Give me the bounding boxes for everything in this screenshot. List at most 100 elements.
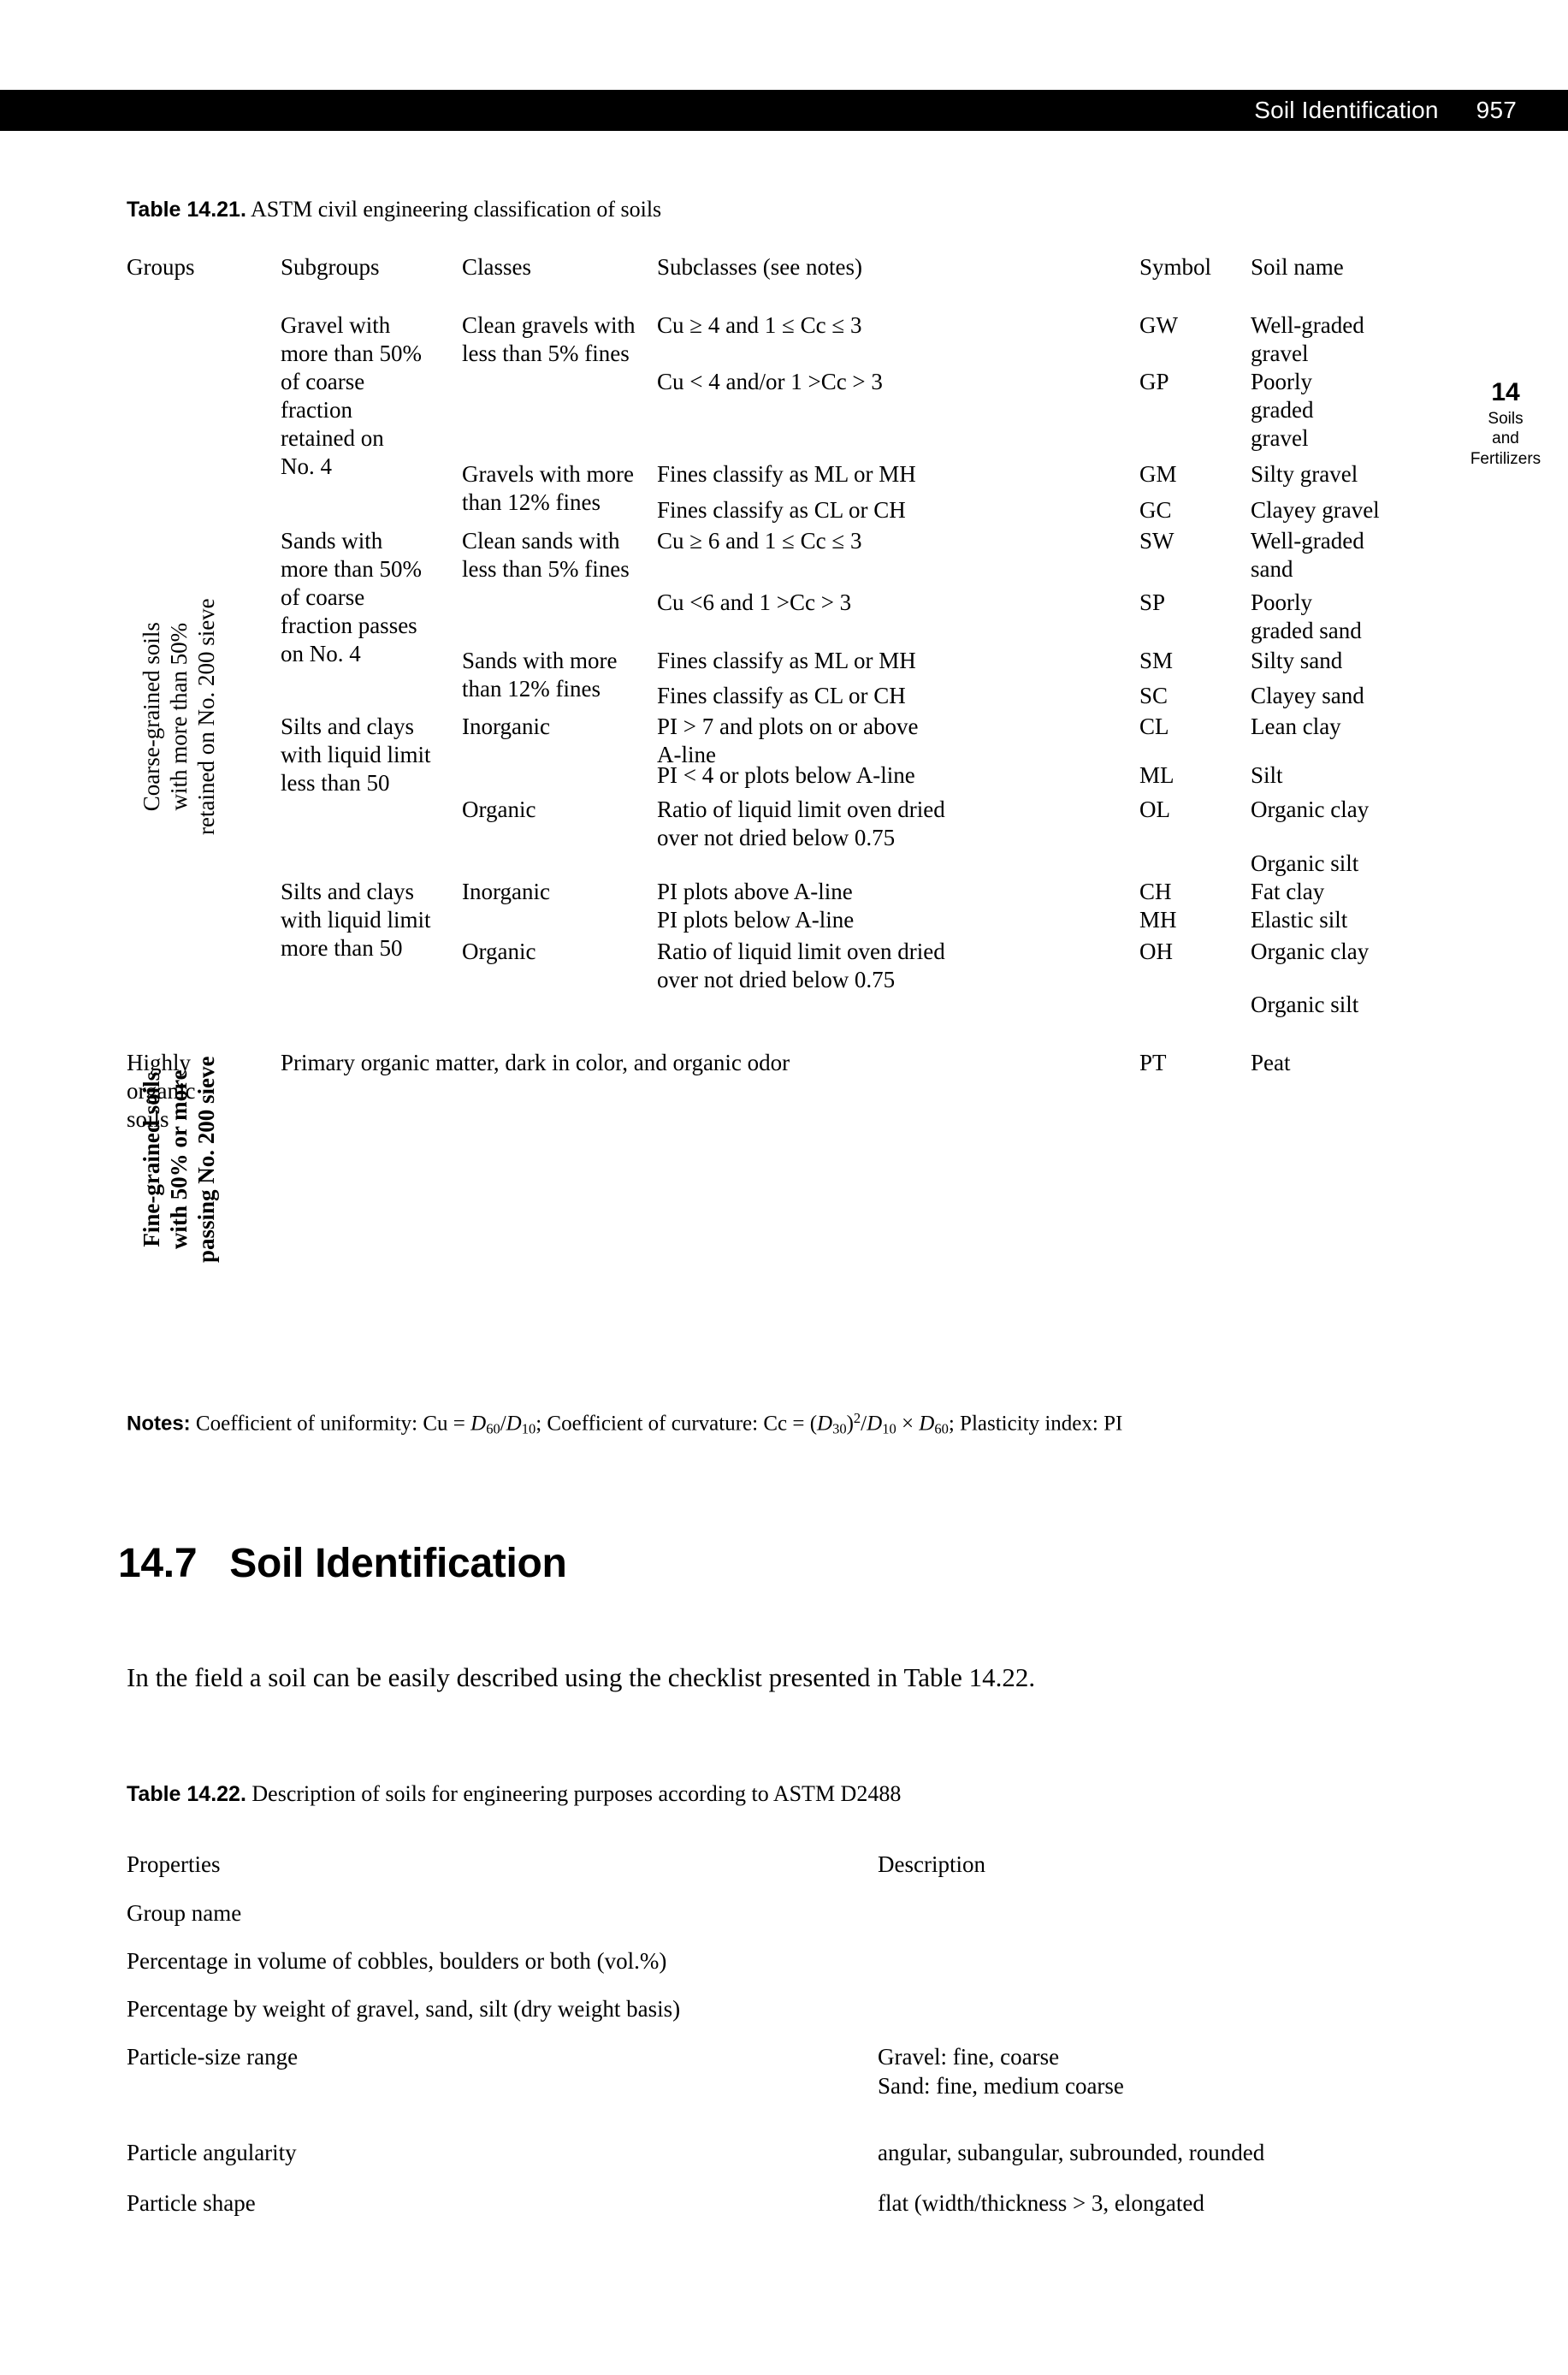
cell-subgroup: Silts and clays with liquid limit less t…: [281, 714, 431, 796]
cell-class: Inorganic: [462, 879, 550, 904]
cell-property: Particle-size range: [127, 2044, 299, 2070]
cell-soil-name: Well-graded gravel: [1251, 312, 1364, 366]
header-page-number: 957: [1476, 97, 1517, 123]
notes-d60: D: [470, 1412, 487, 1436]
column-header-description: Description: [878, 1851, 985, 1877]
cell-soil-name: Silty gravel: [1251, 461, 1358, 487]
cell-group-highly-organic: Highly organic soils: [127, 1050, 196, 1132]
notes-sub-10-b: 10: [882, 1420, 896, 1437]
cell-subgroup: Silts and clays with liquid limit more t…: [281, 879, 431, 961]
cell-subclass: Fines classify as CL or CH: [657, 683, 906, 708]
cell-subclass: Fines classify as ML or MH: [657, 648, 916, 673]
cell-symbol: CL: [1139, 714, 1169, 739]
cell-soil-name: Organic silt: [1251, 850, 1359, 876]
cell-soil-name: Clayey gravel: [1251, 497, 1380, 523]
cell-class: Clean sands with less than 5% fines: [462, 528, 630, 582]
cell-symbol: ML: [1139, 762, 1175, 788]
margin-chapter-number: 14: [1491, 378, 1520, 406]
notes-slash-1: /: [500, 1412, 506, 1436]
notes-sub-10-a: 10: [521, 1420, 536, 1437]
notes-d30: D: [817, 1412, 833, 1436]
cell-property: Particle angularity: [127, 2140, 297, 2165]
cell-subclass: Cu ≥ 6 and 1 ≤ Cc ≤ 3: [657, 528, 862, 554]
body-paragraph: In the field a soil can be easily descri…: [127, 1662, 1036, 1692]
cell-subclass: PI > 7 and plots on or above A-line: [657, 714, 919, 767]
cell-subclass: Fines classify as ML or MH: [657, 461, 916, 487]
cell-soil-name: Lean clay: [1251, 714, 1341, 739]
cell-symbol: SP: [1139, 589, 1166, 615]
cell-subclass: Cu ≥ 4 and 1 ≤ Cc ≤ 3: [657, 312, 862, 338]
cell-symbol: CH: [1139, 879, 1172, 904]
notes-paren-close: ): [846, 1412, 854, 1436]
cell-soil-name: Well-graded sand: [1251, 528, 1364, 582]
cell-soil-name: Silt: [1251, 762, 1283, 788]
cell-soil-name: Organic clay: [1251, 939, 1370, 964]
cell-subclass: Cu < 4 and/or 1 >Cc > 3: [657, 369, 883, 394]
cell-class: Inorganic: [462, 714, 550, 739]
cell-soil-name: Poorly graded gravel: [1251, 369, 1314, 451]
cell-subclass: PI plots below A-line: [657, 907, 855, 933]
notes-d10-b: D: [867, 1412, 883, 1436]
cell-class: Gravels with more than 12% fines: [462, 461, 634, 515]
group-label-coarse-line-2: with more than 50%: [165, 622, 192, 811]
cell-symbol: SC: [1139, 683, 1169, 708]
table-14-22-caption-text: Description of soils for engineering pur…: [251, 1781, 902, 1806]
table-14-22-caption: Table 14.22. Description of soils for en…: [127, 1781, 901, 1807]
notes-times: ×: [896, 1412, 920, 1436]
cell-class: Organic: [462, 939, 536, 964]
cell-class: Sands with more than 12% fines: [462, 648, 618, 702]
notes-label: Notes:: [127, 1412, 191, 1436]
cell-class: Organic: [462, 797, 536, 822]
margin-chapter-line-2: and: [1492, 429, 1519, 448]
cell-symbol: PT: [1139, 1050, 1167, 1075]
notes-part-2: ; Coefficient of curvature: Cc = (: [535, 1412, 818, 1436]
cell-description: angular, subangular, subrounded, rounded: [878, 2140, 1265, 2165]
cell-symbol: OL: [1139, 797, 1170, 822]
cell-subgroup: Sands with more than 50% of coarse fract…: [281, 528, 422, 666]
cell-subclass: PI plots above A-line: [657, 879, 853, 904]
cell-class: Clean gravels with less than 5% fines: [462, 312, 636, 366]
cell-symbol: GP: [1139, 369, 1169, 394]
table-14-21-caption-label: Table 14.21.: [127, 198, 246, 222]
column-header-soil-name: Soil name: [1251, 254, 1344, 280]
cell-description: Gravel: fine, coarse Sand: fine, medium …: [878, 2044, 1124, 2099]
column-header-subgroups: Subgroups: [281, 254, 380, 280]
cell-symbol: OH: [1139, 939, 1173, 964]
cell-subgroup: Gravel with more than 50% of coarse frac…: [281, 312, 422, 479]
cell-symbol: GW: [1139, 312, 1178, 338]
cell-soil-name: Organic clay: [1251, 797, 1370, 822]
cell-soil-name: Silty sand: [1251, 648, 1343, 673]
column-header-groups: Groups: [127, 254, 195, 280]
notes-d60-b: D: [919, 1412, 935, 1436]
cell-property: Percentage in volume of cobbles, boulder…: [127, 1948, 667, 1974]
cell-soil-name: Peat: [1251, 1050, 1291, 1075]
table-14-21-notes: Notes: Coefficient of uniformity: Cu = D…: [127, 1410, 1122, 1437]
column-header-symbol: Symbol: [1139, 254, 1212, 280]
notes-part-3: ; Plasticity index: PI: [948, 1412, 1123, 1436]
cell-property: Percentage by weight of gravel, sand, si…: [127, 1996, 681, 2022]
page-header: Soil Identification 957: [1254, 92, 1517, 128]
notes-sub-60-b: 60: [934, 1420, 949, 1437]
group-label-coarse-line-1: Coarse-grained soils: [139, 622, 164, 812]
cell-symbol: MH: [1139, 907, 1177, 933]
notes-sup-2: 2: [853, 1410, 861, 1426]
cell-soil-name: Organic silt: [1251, 992, 1359, 1017]
margin-chapter-tab: 14 Soils and Fertilizers: [1454, 376, 1557, 470]
header-section-title: Soil Identification: [1254, 97, 1439, 123]
column-header-classes: Classes: [462, 254, 531, 280]
cell-subclass: Cu <6 and 1 >Cc > 3: [657, 589, 852, 615]
table-14-21-caption-text: ASTM civil engineering classification of…: [250, 197, 662, 222]
group-label-coarse-grained: Coarse-grained soils with more than 50% …: [139, 598, 221, 835]
cell-property: Group name: [127, 1900, 242, 1926]
cell-subclass: Fines classify as CL or CH: [657, 497, 906, 523]
cell-soil-name: Fat clay: [1251, 879, 1325, 904]
notes-part-1: Coefficient of uniformity: Cu =: [195, 1412, 471, 1436]
cell-symbol: GM: [1139, 461, 1177, 487]
group-label-coarse-line-3: retained on No. 200 sieve: [192, 598, 219, 835]
cell-peat-description: Primary organic matter, dark in color, a…: [281, 1050, 790, 1075]
column-header-properties: Properties: [127, 1851, 221, 1877]
section-title: Soil Identification: [229, 1541, 567, 1586]
cell-description: flat (width/thickness > 3, elongated: [878, 2190, 1204, 2216]
notes-sub-30: 30: [832, 1420, 847, 1437]
cell-soil-name: Elastic silt: [1251, 907, 1348, 933]
